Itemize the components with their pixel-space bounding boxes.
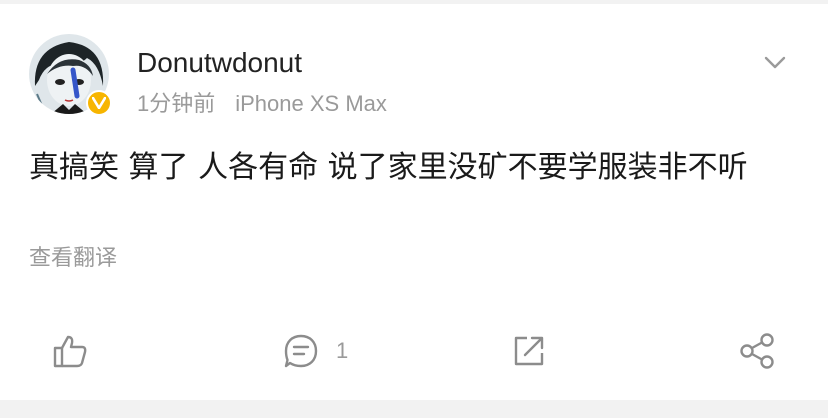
- share-button[interactable]: [738, 333, 776, 369]
- post-content: 真搞笑 算了 人各有命 说了家里没矿不要学服装非不听: [29, 150, 748, 185]
- share-out-icon: [514, 336, 544, 366]
- comment-button[interactable]: [283, 333, 319, 369]
- repost-button[interactable]: [511, 333, 547, 369]
- translate-link[interactable]: 查看翻译: [29, 244, 117, 274]
- username[interactable]: Donutwdonut: [137, 45, 302, 81]
- post-time: 1分钟前: [137, 91, 216, 116]
- more-options-button[interactable]: [760, 52, 790, 74]
- post-device: iPhone XS Max: [235, 91, 387, 116]
- verified-badge-icon: [86, 90, 112, 116]
- share-icon: [740, 333, 774, 369]
- post-meta: 1分钟前 iPhone XS Max: [137, 90, 387, 118]
- comment-count: 1: [336, 338, 349, 363]
- chevron-down-icon: [764, 56, 786, 69]
- thumbs-up-icon: [53, 335, 87, 368]
- like-button[interactable]: [52, 333, 88, 369]
- post-card: Donutwdonut 1分钟前 iPhone XS Max 真搞笑 算了 人各有…: [0, 4, 828, 400]
- comment-icon: [284, 334, 318, 368]
